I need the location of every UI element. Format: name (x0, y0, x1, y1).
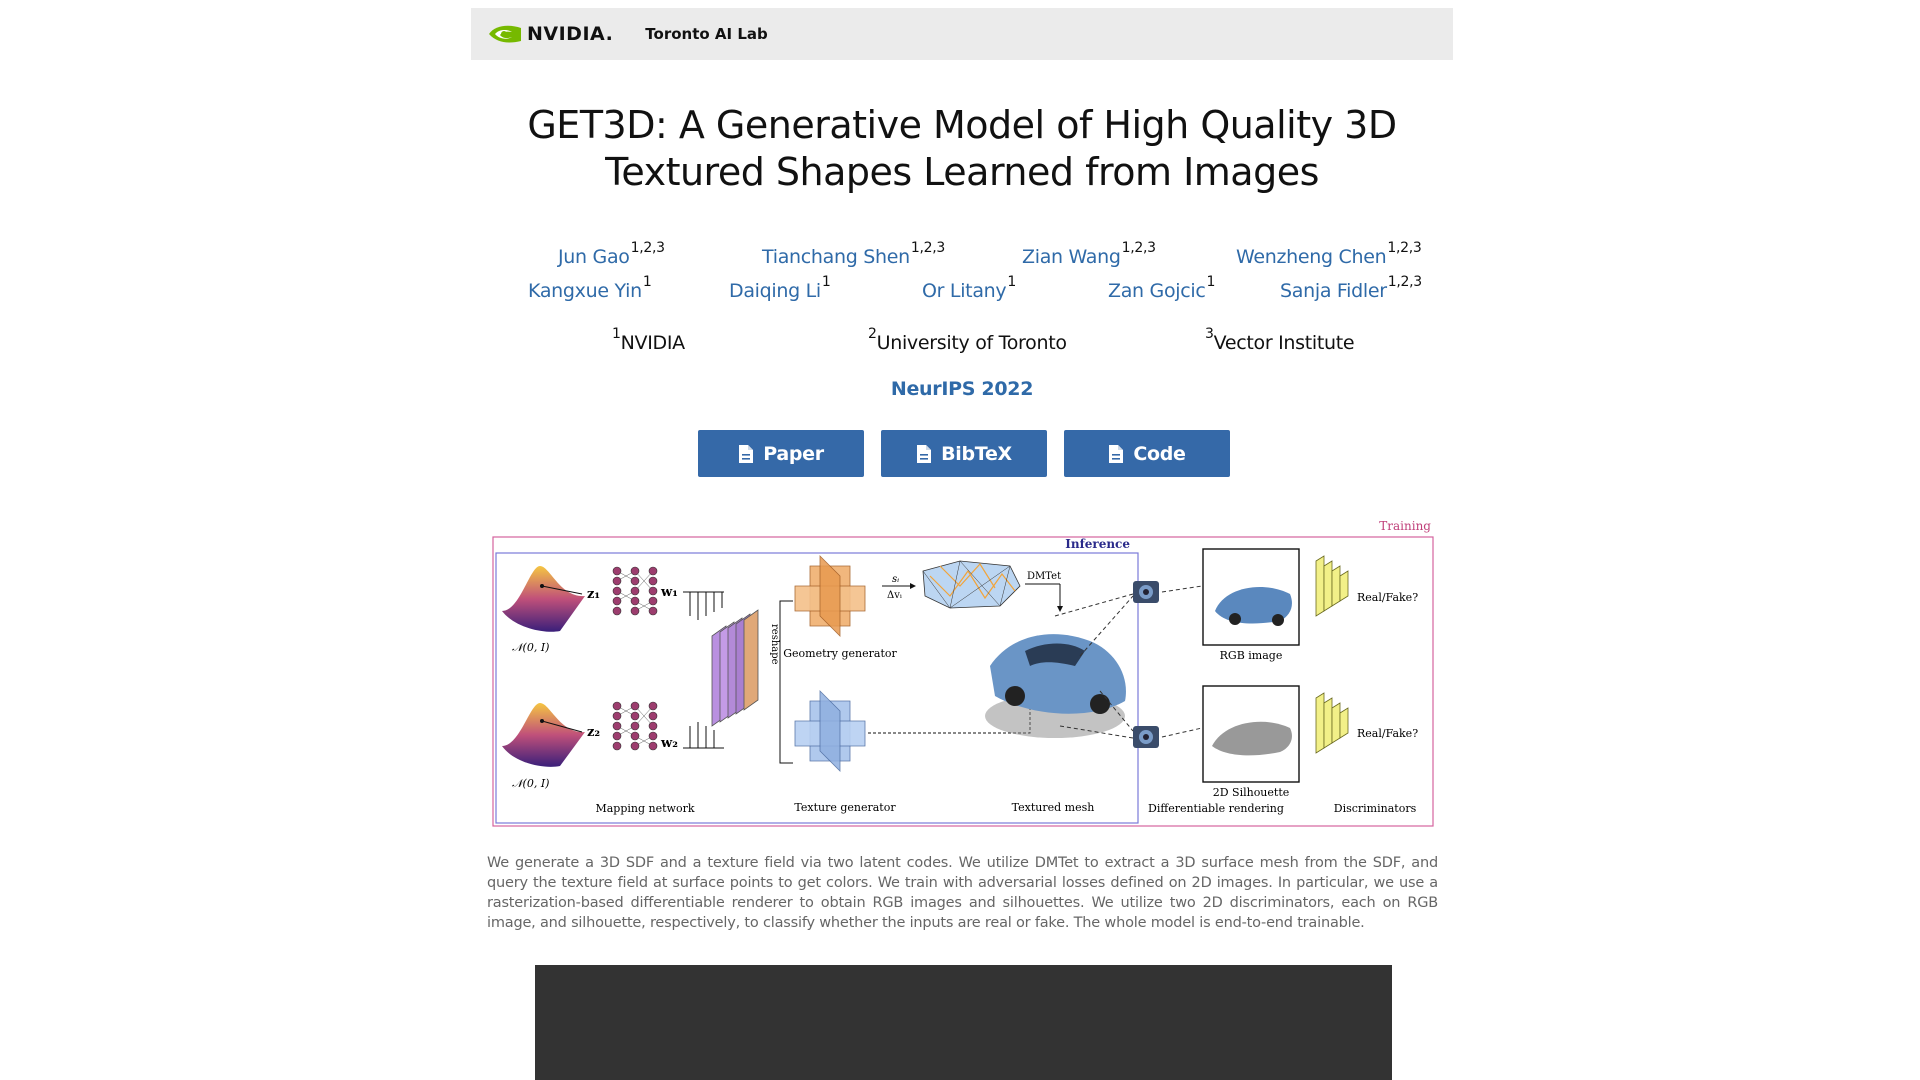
discriminators-label: Discriminators (1334, 802, 1417, 815)
camera-icon (1133, 581, 1159, 603)
pipeline-figure: Training Inference 𝒩(0, I) 𝒩(0, I) z₁ z₂… (492, 519, 1434, 827)
geometry-triplane-icon (794, 555, 866, 637)
real-fake-label: Real/Fake? (1357, 727, 1418, 740)
lab-name[interactable]: Toronto AI Lab (645, 25, 767, 43)
gaussian-icon (502, 703, 585, 767)
car-mesh-icon (985, 634, 1126, 738)
normal-dist-label: 𝒩(0, I) (512, 641, 549, 654)
silhouette-label: 2D Silhouette (1213, 786, 1290, 799)
w2-label: w₂ (660, 736, 678, 751)
figure-caption: We generate a 3D SDF and a texture field… (487, 854, 1438, 931)
gaussian-icon (502, 566, 585, 632)
author-link[interactable]: Kangxue Yin1 (528, 274, 652, 302)
author-link[interactable]: Jun Gao1,2,3 (558, 240, 665, 268)
discriminator-icon (1315, 555, 1349, 617)
mapping-network-icon (612, 566, 658, 616)
discriminator-icon (1315, 692, 1349, 754)
dmtet-label: DMTet (1027, 571, 1061, 582)
z2-label: z₂ (587, 725, 600, 740)
venue-label: NeurIPS 2022 (890, 378, 1034, 400)
affiliation: 3Vector Institute (1205, 326, 1355, 354)
feature-stack-icon (711, 609, 759, 727)
author-link[interactable]: Zian Wang1,2,3 (1022, 240, 1156, 268)
file-icon (917, 444, 932, 463)
affiliation: 1NVIDIA (612, 326, 685, 354)
normal-dist-label: 𝒩(0, I) (512, 777, 549, 790)
file-icon (1109, 444, 1124, 463)
author-link[interactable]: Tianchang Shen1,2,3 (762, 240, 945, 268)
mapping-network-icon (612, 701, 658, 751)
w1-label: w₁ (660, 585, 678, 600)
author-link[interactable]: Or Litany1 (922, 274, 1016, 302)
code-button-label: Code (1133, 442, 1186, 465)
author-link[interactable]: Sanja Fidler1,2,3 (1280, 274, 1422, 302)
differentiable-rendering-label: Differentiable rendering (1148, 802, 1284, 815)
reshape-label: reshape (769, 624, 780, 665)
textured-mesh-label: Textured mesh (1012, 801, 1095, 814)
bibtex-button-label: BibTeX (941, 442, 1012, 465)
affiliation: 2University of Toronto (868, 326, 1067, 354)
dv-label: Δvᵢ (887, 590, 902, 601)
real-fake-label: Real/Fake? (1357, 591, 1418, 604)
author-link[interactable]: Daiqing Li1 (729, 274, 831, 302)
geometry-generator-label: Geometry generator (783, 647, 897, 660)
inference-label: Inference (1065, 537, 1130, 551)
training-label: Training (1379, 519, 1431, 533)
header-bar: NVIDIA. Toronto AI Lab (471, 8, 1453, 60)
nvidia-eye-icon (489, 25, 521, 43)
author-link[interactable]: Zan Gojcic1 (1108, 274, 1215, 302)
z1-label: z₁ (587, 587, 600, 602)
code-button[interactable]: Code (1064, 430, 1230, 477)
nvidia-wordmark: NVIDIA. (527, 23, 614, 45)
paper-button-label: Paper (763, 442, 824, 465)
texture-triplane-icon (794, 690, 866, 772)
author-link[interactable]: Wenzheng Chen1,2,3 (1236, 240, 1422, 268)
paper-button[interactable]: Paper (698, 430, 864, 477)
page-title: GET3D: A Generative Model of High Qualit… (527, 103, 1397, 194)
video-player[interactable] (535, 965, 1392, 1080)
rgb-image-label: RGB image (1220, 649, 1283, 662)
bibtex-button[interactable]: BibTeX (881, 430, 1047, 477)
si-label: sᵢ (892, 574, 899, 585)
file-icon (739, 444, 754, 463)
texture-generator-label: Texture generator (794, 801, 896, 814)
camera-icon (1133, 726, 1159, 748)
nvidia-logo[interactable]: NVIDIA. (487, 22, 613, 46)
tet-mesh-icon (922, 560, 1021, 609)
mapping-network-label: Mapping network (595, 802, 694, 815)
